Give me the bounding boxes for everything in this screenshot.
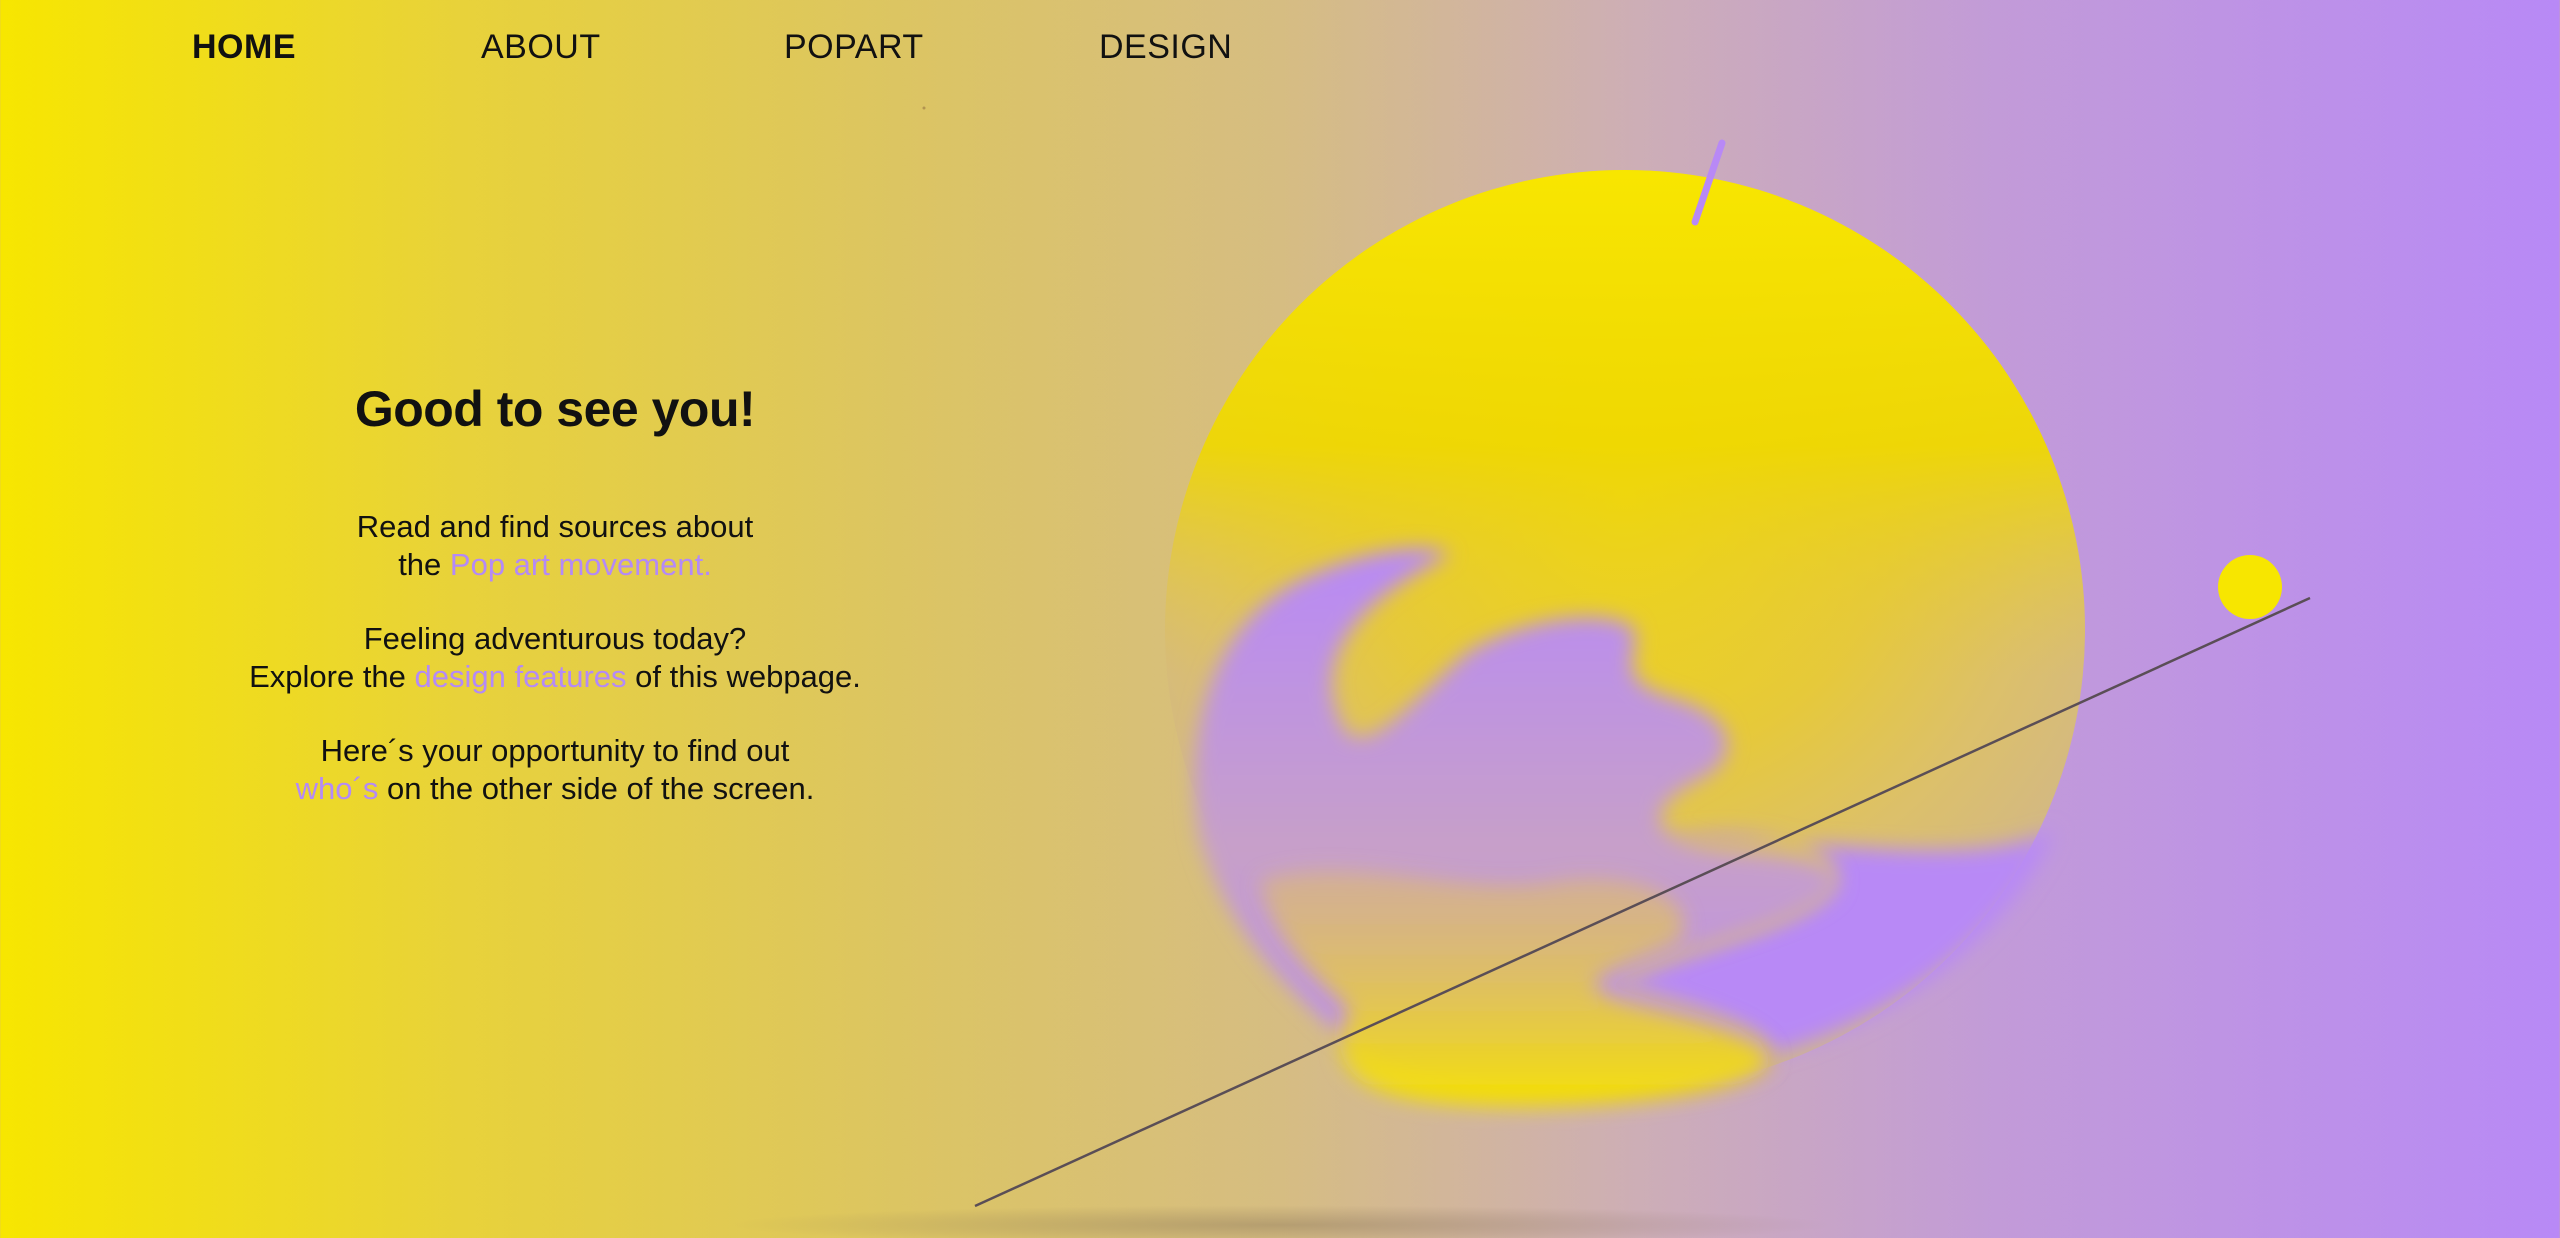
diagonal-line	[974, 596, 2311, 1208]
intro-text: Feeling adventurous today?	[363, 621, 747, 656]
nav-popart-link[interactable]: POPART	[784, 28, 924, 67]
nav-home-link[interactable]: HOME	[192, 28, 296, 67]
intro-section: Good to see you! Read and find sources a…	[155, 380, 955, 844]
popart-movement-link[interactable]: Pop art movement.	[450, 547, 712, 582]
intro-text: the	[398, 547, 450, 582]
nav-design-link[interactable]: DESIGN	[1099, 28, 1232, 67]
yellow-blob-base	[1260, 870, 1771, 1108]
purple-wave-lower	[1500, 830, 2055, 1079]
page-title: Good to see you!	[354, 381, 756, 437]
purple-wave-blob	[1194, 548, 1838, 1098]
intro-text: Read and find sources about	[356, 509, 754, 544]
purple-slash	[1691, 139, 1726, 226]
tiny-speck	[922, 106, 926, 110]
design-features-link[interactable]: design features	[415, 659, 627, 694]
nav-about-link[interactable]: ABOUT	[481, 28, 601, 67]
intro-paragraph-design: Feeling adventurous today? Explore the d…	[155, 620, 955, 696]
ground-shadow	[720, 1205, 1840, 1238]
yellow-sphere-highlight	[1165, 170, 2085, 1090]
intro-text: Explore the	[249, 659, 415, 694]
intro-text: Here´s your opportunity to find out	[320, 733, 790, 768]
main-nav: HOME ABOUT POPART DESIGN	[0, 28, 1400, 72]
intro-paragraph-whos: Here´s your opportunity to find out who´…	[155, 732, 955, 808]
intro-text: on the other side of the screen.	[378, 771, 815, 806]
whos-link[interactable]: who´s	[296, 771, 379, 806]
intro-paragraph-popart: Read and find sources about the Pop art …	[155, 508, 955, 584]
intro-text: of this webpage.	[626, 659, 861, 694]
yellow-sphere	[1165, 170, 2085, 1090]
small-yellow-dot	[2218, 555, 2282, 619]
